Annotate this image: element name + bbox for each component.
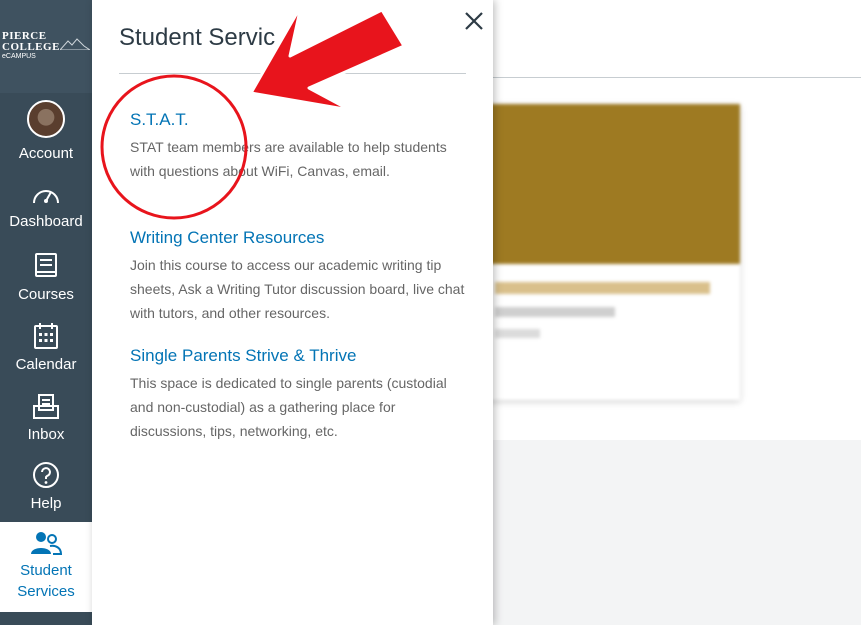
- nav-courses[interactable]: Courses: [0, 252, 92, 305]
- service-description-single-parents: This space is dedicated to single parent…: [130, 375, 447, 439]
- mountain-icon: [60, 38, 90, 50]
- people-icon: [31, 532, 62, 555]
- course-card-code: [495, 307, 615, 317]
- service-item-single-parents: Single Parents Strive & Thrive This spac…: [130, 345, 465, 443]
- nav-calendar-label: Calendar: [15, 356, 77, 373]
- logo-line3: eCAMPUS: [2, 53, 36, 60]
- service-link-stat[interactable]: S.T.A.T.: [130, 109, 465, 131]
- nav-student-services-label-line1: Student: [20, 562, 72, 579]
- nav-courses-label: Courses: [18, 286, 74, 303]
- service-description-stat: STAT team members are available to help …: [130, 139, 447, 179]
- nav-account-label: Account: [18, 145, 74, 162]
- dashboard-icon: [33, 190, 59, 204]
- nav-student-services-label: Student Services: [0, 560, 92, 602]
- nav-student-services-label-line2: Services: [17, 583, 75, 600]
- inbox-icon: [33, 394, 59, 419]
- nav-dashboard-label: Dashboard: [9, 213, 83, 230]
- student-services-tray: Student Servic S.T.A.T. STAT team member…: [92, 0, 493, 625]
- page-background: [493, 440, 861, 625]
- nav-dashboard[interactable]: Dashboard: [0, 183, 92, 232]
- nav-inbox-label: Inbox: [27, 426, 65, 443]
- courses-icon: [35, 253, 57, 277]
- service-item-writing-center: Writing Center Resources Join this cours…: [130, 227, 465, 325]
- logo-line2: COLLEGE: [2, 41, 60, 53]
- service-description-writing-center: Join this course to access our academic …: [130, 257, 465, 321]
- course-card[interactable]: [470, 104, 740, 400]
- nav-help[interactable]: Help: [0, 461, 92, 514]
- tray-divider: [119, 73, 466, 74]
- course-card-image: [470, 104, 740, 264]
- global-nav: PIERCE COLLEGE eCAMPUS Account Dashboard…: [0, 0, 92, 625]
- avatar: [27, 100, 65, 138]
- service-item-stat: S.T.A.T. STAT team members are available…: [130, 109, 465, 183]
- tray-title: Student Servic: [119, 24, 276, 51]
- nav-student-services[interactable]: Student Services: [0, 522, 92, 612]
- nav-inbox[interactable]: Inbox: [0, 392, 92, 445]
- nav-calendar[interactable]: Calendar: [0, 322, 92, 375]
- college-logo[interactable]: PIERCE COLLEGE eCAMPUS: [0, 0, 92, 93]
- page-divider: [493, 77, 861, 78]
- nav-help-label: Help: [30, 495, 62, 512]
- course-card-term: [495, 329, 540, 338]
- course-card-title: [495, 282, 710, 294]
- service-link-single-parents[interactable]: Single Parents Strive & Thrive: [130, 345, 465, 367]
- help-icon: [33, 462, 59, 488]
- nav-account[interactable]: Account: [0, 100, 92, 164]
- calendar-icon: [34, 323, 58, 349]
- close-icon[interactable]: [463, 10, 485, 32]
- service-link-writing-center[interactable]: Writing Center Resources: [130, 227, 465, 249]
